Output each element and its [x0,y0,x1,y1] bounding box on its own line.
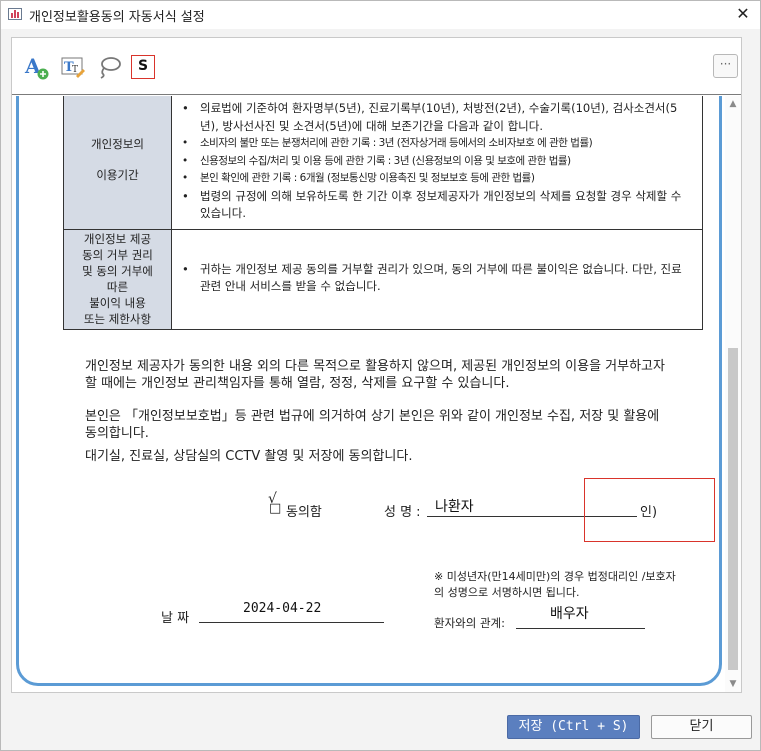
notice-paragraph: 개인정보 제공자가 동의한 내용 외의 다른 목적으로 활용하지 않으며, 제공… [85,359,665,391]
info-table: 개인정보의 이용기간 • 의료법에 기준하여 환자명부(5년), 진료기록부(10… [63,96,703,330]
list-item: • 신용정보의 수집/처리 및 이용 등에 관한 기록 : 3년 (신용정보의 이… [182,154,571,167]
table-body-cell: • 의료법에 기준하여 환자명부(5년), 진료기록부(10년), 처방전(2년)… [171,96,703,230]
dialog-window: 개인정보활용동의 자동서식 설정 ✕ A T T S ··· 개인정보의 이용기… [0,0,761,751]
name-label: 성 명 : [384,505,421,520]
signature-box[interactable] [584,478,715,542]
list-item: • 본인 확인에 관한 기록 : 6개월 (정보통신망 이용촉진 및 정보보호 등… [182,172,535,184]
table-row: 개인정보 제공 동의 거부 권리 및 동의 거부에 따른 불이익 내용 또는 제… [63,228,703,330]
svg-text:T: T [72,65,78,75]
document-scroll-area[interactable]: 개인정보의 이용기간 • 의료법에 기준하여 환자명부(5년), 진료기록부(10… [12,96,741,692]
save-button[interactable]: 저장 (Ctrl + S) [507,715,640,739]
scroll-down-icon[interactable]: ▼ [728,679,738,689]
vertical-scrollbar[interactable]: ▲ ▼ [725,96,741,692]
list-item: • 법령의 규정에 의해 보유하도록 한 기간 이후 정보제공자가 개인정보의 삭… [182,188,682,221]
date-value[interactable]: 2024-04-22 [243,601,321,616]
table-row: 개인정보의 이용기간 • 의료법에 기준하여 환자명부(5년), 진료기록부(10… [63,96,703,230]
more-options-button[interactable]: ··· [713,54,738,78]
row-heading: 개인정보의 [91,137,144,152]
date-underline [199,622,384,623]
add-text-icon[interactable]: A [24,54,50,80]
relation-underline [516,628,645,629]
title-bar: 개인정보활용동의 자동서식 설정 ✕ [1,1,760,29]
window-title: 개인정보활용동의 자동서식 설정 [29,10,205,25]
lasso-icon[interactable] [96,54,122,80]
agree-label: 동의함 [286,505,322,520]
list-item: • 소비자의 불만 또는 분쟁처리에 관한 기록 : 3년 (전자상거래 등에서의… [182,137,593,149]
signature-icon[interactable]: S [131,55,155,79]
scroll-up-icon[interactable]: ▲ [728,99,738,109]
text-style-icon[interactable]: T T [60,54,86,80]
agree-checkbox[interactable]: □ [269,501,281,516]
relation-value[interactable]: 배우자 [550,603,589,623]
table-head-cell: 개인정보 제공 동의 거부 권리 및 동의 거부에 따른 불이익 내용 또는 제… [63,228,172,330]
app-icon [8,8,22,20]
name-value[interactable]: 나환자 [435,496,474,516]
scroll-thumb[interactable] [728,348,738,670]
toolbar: A T T S ··· [12,38,741,95]
list-item: • 귀하는 개인정보 제공 동의를 거부할 권리가 있으며, 동의 거부에 따른 … [182,261,682,294]
table-head-cell: 개인정보의 이용기간 [63,96,172,230]
row-heading: 이용기간 [96,168,139,183]
minor-note: ※ 미성년자(만14세미만)의 경우 법정대리인 /보호자의 성명으로 서명하시… [434,570,676,599]
close-button[interactable]: 닫기 [651,715,752,739]
list-item: • 의료법에 기준하여 환자명부(5년), 진료기록부(10년), 처방전(2년)… [182,101,678,133]
consent-paragraph: 본인은 「개인정보보호법」등 관련 법규에 의거하여 상기 본인은 위와 같이 … [85,409,660,441]
relation-label: 환자와의 관계: [434,616,506,630]
close-icon[interactable]: ✕ [734,4,752,24]
table-body-cell: • 귀하는 개인정보 제공 동의를 거부할 권리가 있으며, 동의 거부에 따른 … [171,228,703,330]
date-label: 날 짜 [161,611,190,626]
cctv-paragraph: 대기실, 진료실, 상담실의 CCTV 촬영 및 저장에 동의합니다. [85,449,413,464]
